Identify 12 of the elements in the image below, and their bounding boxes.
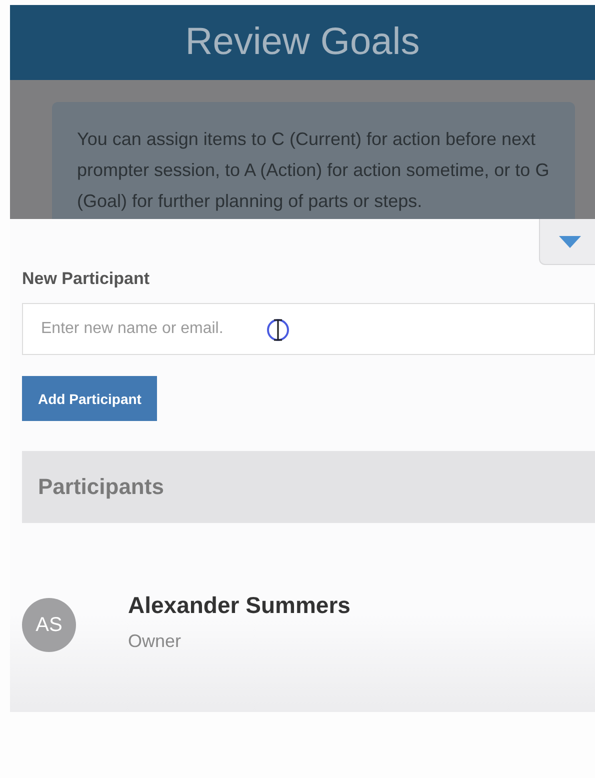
info-text: You can assign items to C (Current) for action before next prompter session, to A (Action) for action sometime, or to G (Goal) for further planning of parts or steps. — [52, 102, 575, 219]
text-cursor-icon — [266, 317, 290, 343]
participant-name: Alexander Summers — [128, 592, 350, 619]
section-title: Participants — [38, 474, 164, 500]
page-title: Review Goals — [185, 21, 420, 64]
participant-role: Owner — [128, 631, 182, 652]
caret-icon — [559, 236, 581, 248]
avatar: AS — [22, 598, 76, 652]
field-label: New Participant — [22, 269, 151, 289]
dropdown-toggle[interactable] — [539, 219, 595, 265]
input-field[interactable]: Enter new name or email. — [22, 303, 595, 355]
add-participant-button[interactable]: Add Participant — [22, 376, 158, 421]
